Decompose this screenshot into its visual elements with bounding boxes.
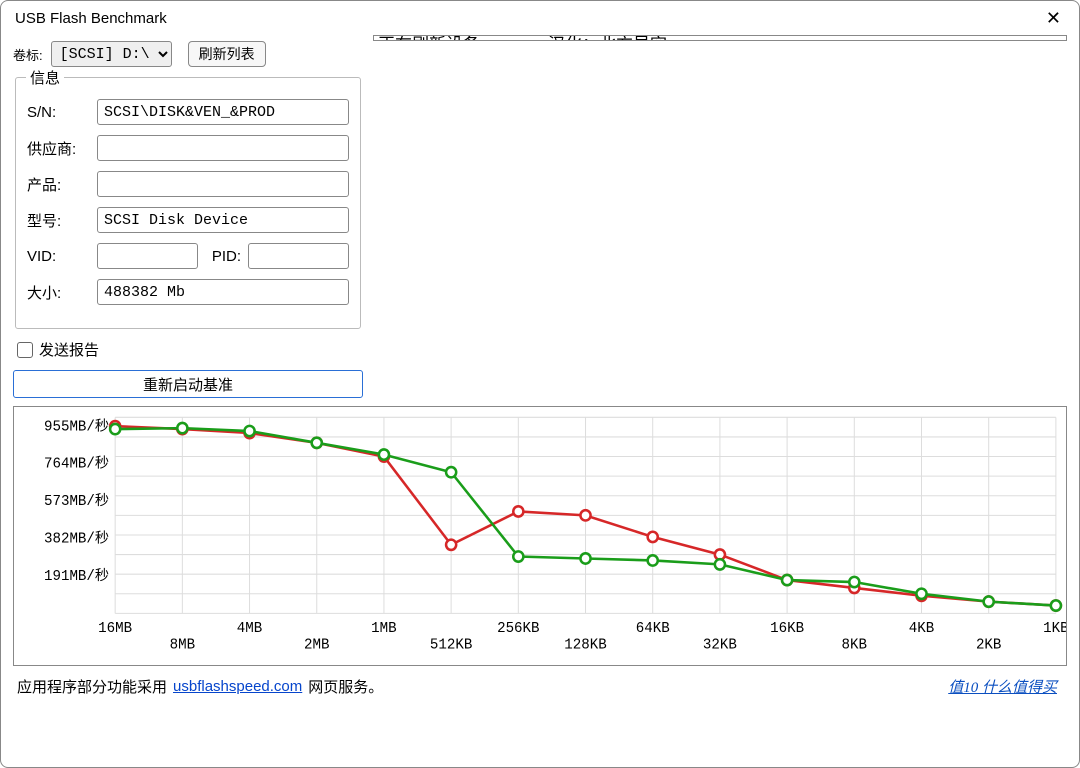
svg-text:16MB: 16MB (98, 621, 132, 637)
title-bar: USB Flash Benchmark ✕ (1, 1, 1079, 35)
product-label: 产品: (26, 170, 96, 198)
sn-label: S/N: (26, 98, 96, 126)
svg-text:4KB: 4KB (909, 621, 935, 637)
volume-label: 卷标: (13, 45, 43, 64)
info-group: 信息 S/N: 供应商: 产品: (15, 77, 361, 329)
svg-text:191MB/秒: 191MB/秒 (44, 567, 109, 585)
svg-text:2KB: 2KB (976, 637, 1002, 653)
svg-text:8KB: 8KB (842, 637, 868, 653)
volume-select[interactable]: [SCSI] D:\ (51, 41, 172, 67)
svg-text:382MB/秒: 382MB/秒 (44, 529, 109, 547)
svg-text:1KB: 1KB (1043, 621, 1066, 637)
footer-text-right: 网页服务。 (308, 676, 383, 697)
svg-text:955MB/秒: 955MB/秒 (44, 417, 109, 435)
vendor-field[interactable] (97, 135, 349, 161)
svg-text:764MB/秒: 764MB/秒 (44, 455, 109, 473)
window-title: USB Flash Benchmark (15, 10, 167, 27)
pid-label: PID: (199, 242, 247, 270)
svg-text:573MB/秒: 573MB/秒 (44, 492, 109, 510)
svg-text:512KB: 512KB (430, 637, 473, 653)
svg-text:4MB: 4MB (237, 621, 263, 637)
vendor-label: 供应商: (26, 134, 96, 162)
info-legend: 信息 (26, 67, 64, 88)
footer-text-left: 应用程序部分功能采用 (17, 676, 167, 697)
svg-text:1MB: 1MB (371, 621, 397, 637)
benchmark-chart: 191MB/秒 382MB/秒 573MB/秒 764MB/秒 955MB/秒 16MB 8… (13, 406, 1067, 666)
sn-field[interactable] (97, 99, 349, 125)
svg-text:64KB: 64KB (636, 621, 670, 637)
app-window: USB Flash Benchmark ✕ 卷标: [SCSI] D:\ 刷新列… (0, 0, 1080, 768)
watermark-link[interactable]: 值10 什么值得买 (948, 680, 1057, 696)
svg-text:256KB: 256KB (497, 621, 540, 637)
send-report-label: 发送报告 (39, 339, 99, 360)
footer: 应用程序部分功能采用 usbflashspeed.com 网页服务。 值10 什… (13, 674, 1067, 701)
svg-text:128KB: 128KB (564, 637, 607, 653)
model-field[interactable] (97, 207, 349, 233)
svg-text:32KB: 32KB (703, 637, 737, 653)
size-field[interactable] (97, 279, 349, 305)
vid-field[interactable] (97, 243, 198, 269)
size-label: 大小: (26, 278, 96, 306)
send-report-checkbox[interactable] (17, 342, 33, 358)
refresh-button[interactable]: 刷新列表 (188, 41, 266, 67)
close-icon[interactable]: ✕ (1036, 4, 1071, 33)
vid-label: VID: (26, 242, 96, 270)
log-output[interactable]: 正在刷新设备。 汉化：北方星空 正在刷新设备。 [完成] 正在开始基准。 正在基… (373, 35, 1067, 41)
svg-text:2MB: 2MB (304, 637, 330, 653)
svg-text:16KB: 16KB (770, 621, 804, 637)
pid-field[interactable] (248, 243, 349, 269)
model-label: 型号: (26, 206, 96, 234)
svg-text:8MB: 8MB (170, 637, 196, 653)
footer-link[interactable]: usbflashspeed.com (173, 678, 302, 695)
restart-benchmark-button[interactable]: 重新启动基准 (13, 370, 363, 398)
product-field[interactable] (97, 171, 349, 197)
